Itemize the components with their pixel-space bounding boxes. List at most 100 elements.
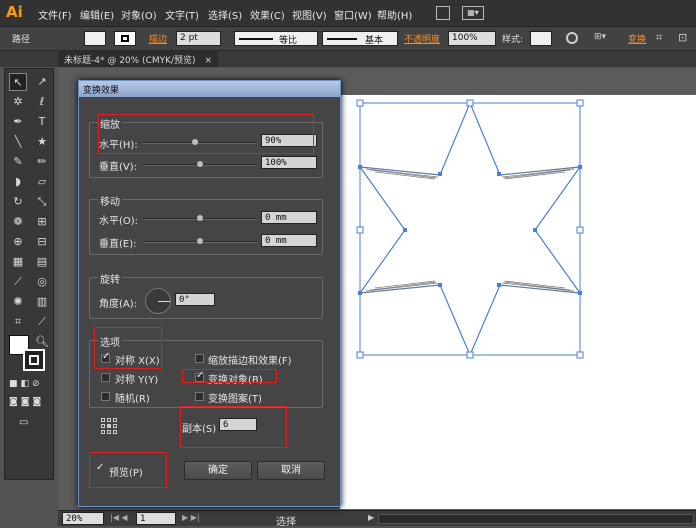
transform-label[interactable]: 变换 <box>628 32 646 45</box>
reflect-y-label[interactable]: 对称 Y(Y) <box>115 371 158 386</box>
move-group-title: 移动 <box>98 193 122 208</box>
blob-brush-tool-icon[interactable]: ◗ <box>9 173 27 191</box>
brush-definition[interactable]: 基本 <box>322 31 398 46</box>
scale-tool-icon[interactable]: ⤡ <box>33 193 51 211</box>
dialog-title: 变换效果 <box>79 81 340 97</box>
document-tab[interactable]: 未标题-4* @ 20% (CMYK/预览) × <box>58 51 218 67</box>
menu-effect[interactable]: 效果(C) <box>250 7 285 22</box>
document-tab-title: 未标题-4* @ 20% (CMYK/预览) <box>64 56 196 66</box>
transform-patterns-label[interactable]: 变换图案(T) <box>208 390 262 405</box>
menu-file[interactable]: 文件(F) <box>38 7 72 22</box>
star-tool-icon[interactable]: ★ <box>33 133 51 151</box>
status-menu-arrow-icon[interactable]: ▶ <box>368 513 374 522</box>
rotate-angle-field[interactable]: 0° <box>175 293 215 306</box>
pen-tool-icon[interactable]: ✒ <box>9 113 27 131</box>
copies-highlight-box <box>180 406 287 448</box>
move-horizontal-thumb[interactable] <box>197 215 203 221</box>
zoom-field[interactable]: 20% <box>62 512 104 525</box>
shape-builder-tool-icon[interactable]: ⊕ <box>9 233 27 251</box>
menu-object[interactable]: 对象(O) <box>121 7 157 22</box>
paintbrush-tool-icon[interactable]: ✎ <box>9 153 27 171</box>
move-horizontal-label: 水平(O): <box>99 216 139 227</box>
scale-strokes-checkbox[interactable] <box>195 354 204 363</box>
fill-swatch[interactable] <box>84 31 106 46</box>
move-vertical-slider[interactable] <box>143 238 257 244</box>
preview-highlight-box <box>89 452 167 488</box>
close-tab-icon[interactable]: × <box>204 56 212 66</box>
perspective-grid-tool-icon[interactable]: ⊟ <box>33 233 51 251</box>
free-transform-tool-icon[interactable]: ⊞ <box>33 213 51 231</box>
rotate-angle-label: 角度(A): <box>99 299 138 310</box>
color-mode-icons[interactable]: ■◧⊘ <box>9 379 51 391</box>
menu-select[interactable]: 选择(S) <box>208 7 242 22</box>
transform-patterns-checkbox[interactable] <box>195 392 204 401</box>
warp-tool-icon[interactable]: ❁ <box>9 213 27 231</box>
scale-vertical-thumb[interactable] <box>197 161 203 167</box>
random-label[interactable]: 随机(R) <box>115 390 150 405</box>
move-vertical-thumb[interactable] <box>197 238 203 244</box>
line-tool-icon[interactable]: ╲ <box>9 133 27 151</box>
screen-mode-icon[interactable]: ▭ <box>19 417 37 429</box>
recolor-artwork-icon[interactable] <box>566 32 578 44</box>
reference-point-locator[interactable] <box>101 418 117 434</box>
pencil-tool-icon[interactable]: ✏ <box>33 153 51 171</box>
menu-window[interactable]: 窗口(W) <box>334 7 372 22</box>
scale-vertical-field[interactable]: 100% <box>261 156 317 169</box>
mesh-tool-icon[interactable]: ▦ <box>9 253 27 271</box>
move-horizontal-field[interactable]: 0 mm <box>261 211 317 224</box>
reflect-y-checkbox[interactable] <box>101 373 110 382</box>
isolate-icon[interactable]: ⊡ <box>678 31 692 45</box>
graphic-style-swatch[interactable] <box>530 31 552 46</box>
move-vertical-field[interactable]: 0 mm <box>261 234 317 247</box>
horizontal-scrollbar[interactable] <box>378 514 694 524</box>
rotate-tool-icon[interactable]: ↻ <box>9 193 27 211</box>
opacity-label[interactable]: 不透明度 <box>404 32 440 45</box>
brush-label: 基本 <box>365 36 384 46</box>
selection-tool-icon[interactable]: ↖ <box>9 73 27 91</box>
direct-selection-tool-icon[interactable]: ↗ <box>33 73 51 91</box>
rotate-angle-dial[interactable] <box>145 288 171 314</box>
rotate-angle-value: 0° <box>179 295 190 305</box>
type-tool-icon[interactable]: T <box>33 113 51 131</box>
transform-reference-icon[interactable]: ⌗ <box>656 31 670 45</box>
eyedropper-tool-icon[interactable]: ⟋ <box>9 273 27 291</box>
artboard-tool-icon[interactable]: ⌗ <box>9 313 27 331</box>
align-grid-icon[interactable]: ⊞▾ <box>594 32 614 44</box>
profile-label: 等比 <box>279 36 298 46</box>
bridge-icon[interactable] <box>436 6 450 20</box>
stroke-swatch[interactable] <box>114 31 136 46</box>
lasso-tool-icon[interactable]: ℓ <box>33 93 51 111</box>
star-artwork[interactable] <box>340 95 696 509</box>
ok-button[interactable]: 确定 <box>184 461 252 480</box>
menu-edit[interactable]: 编辑(E) <box>80 7 114 22</box>
page-nav-prev-icons[interactable]: |◀ ◀ <box>110 513 128 522</box>
page-nav-next-icons[interactable]: ▶ ▶| <box>182 513 200 522</box>
cancel-button[interactable]: 取消 <box>257 461 325 480</box>
stroke-label[interactable]: 描边 <box>149 32 167 45</box>
stroke-weight-field[interactable]: 2 pt <box>176 31 221 46</box>
scale-strokes-label[interactable]: 缩放描边和效果(F) <box>208 352 292 367</box>
variable-width-profile[interactable]: 等比 <box>234 31 318 46</box>
slice-tool-icon[interactable]: ⟋ <box>33 313 51 331</box>
scale-vertical-slider[interactable] <box>143 161 257 167</box>
move-horizontal-value: 0 mm <box>265 213 287 223</box>
gradient-tool-icon[interactable]: ▤ <box>33 253 51 271</box>
stroke-color-icon[interactable] <box>23 349 45 371</box>
control-bar: 路径 描边 2 pt 等比 基本 不透明度 100% 样式: ⊞▾ 变换 ⌗ ⊡ <box>0 27 696 51</box>
move-horizontal-slider[interactable] <box>143 215 257 221</box>
star-shape[interactable] <box>358 101 582 357</box>
draw-mode-icons[interactable]: ◙◙◙ <box>9 397 51 409</box>
arrange-documents-icon[interactable]: ▦▾ <box>462 6 484 20</box>
random-checkbox[interactable] <box>101 392 110 401</box>
menu-help[interactable]: 帮助(H) <box>377 7 412 22</box>
column-graph-tool-icon[interactable]: ▥ <box>33 293 51 311</box>
menu-type[interactable]: 文字(T) <box>165 7 199 22</box>
scale-vertical-value: 100% <box>265 158 287 168</box>
menu-view[interactable]: 视图(V) <box>292 7 327 22</box>
blend-tool-icon[interactable]: ◎ <box>33 273 51 291</box>
artboard-number-field[interactable]: 1 <box>136 512 176 525</box>
symbol-sprayer-tool-icon[interactable]: ✺ <box>9 293 27 311</box>
magic-wand-tool-icon[interactable]: ✲ <box>9 93 27 111</box>
opacity-field[interactable]: 100% <box>448 31 496 46</box>
eraser-tool-icon[interactable]: ▱ <box>33 173 51 191</box>
